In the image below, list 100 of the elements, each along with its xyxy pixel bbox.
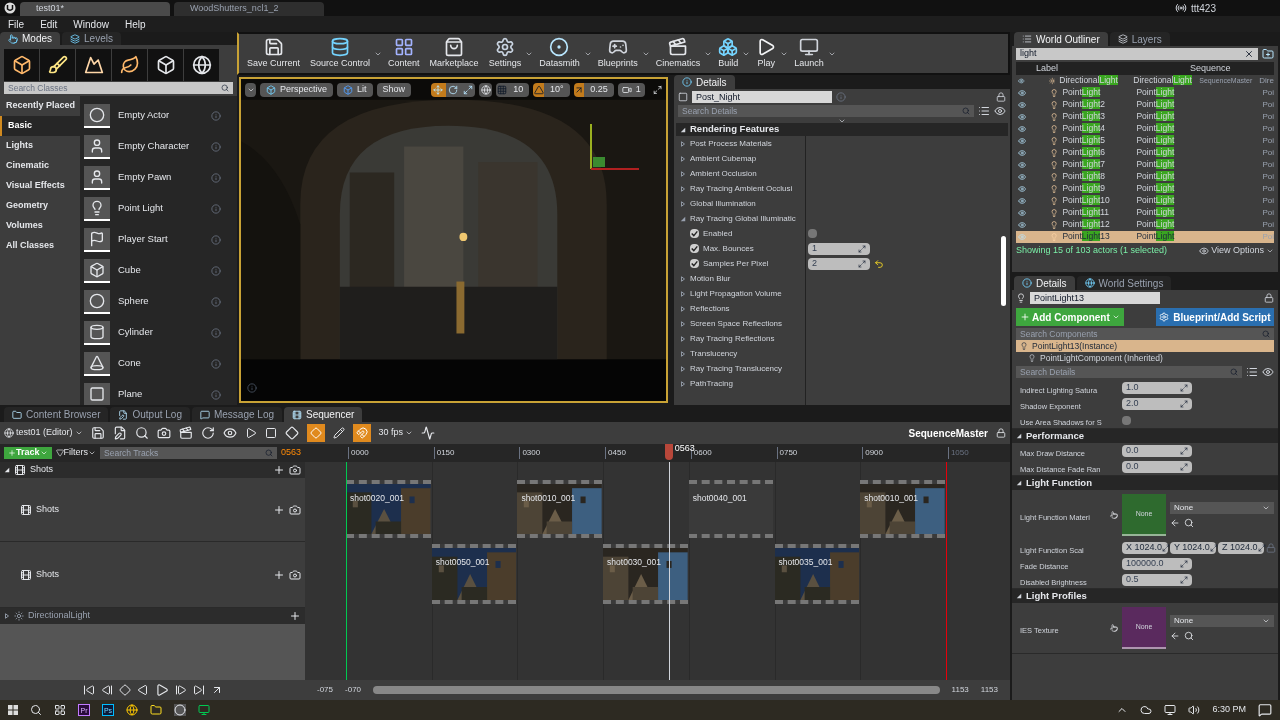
visibility-icon[interactable] <box>1018 76 1025 86</box>
document-tab[interactable]: test01* <box>20 2 170 16</box>
section-header[interactable]: Performance <box>1012 429 1278 443</box>
category-tab[interactable]: Cinematic <box>0 156 80 176</box>
curve-icon[interactable] <box>421 426 436 440</box>
object-name-field[interactable]: PointLight13 <box>1030 292 1160 304</box>
property-group[interactable]: PathTracing <box>674 377 737 390</box>
actor-row[interactable]: PointLight6 PointLight Poi <box>1016 147 1274 159</box>
number-field[interactable]: 0.0 <box>1122 445 1192 457</box>
visibility-icon[interactable] <box>1018 148 1027 158</box>
browse-icon[interactable] <box>1184 631 1194 641</box>
track-row[interactable]: DirectionalLight <box>0 608 305 624</box>
view-options-button[interactable]: View Options <box>1199 244 1274 258</box>
blueprint-button[interactable]: Blueprint/Add Script <box>1155 308 1274 326</box>
number-field[interactable]: 0.5 <box>1122 574 1192 586</box>
actor-row[interactable]: PointLight5 PointLight Poi <box>1016 135 1274 147</box>
mode-button[interactable] <box>148 49 183 81</box>
actor-row[interactable]: PointLight9 PointLight Poi <box>1016 183 1274 195</box>
checkbox[interactable] <box>690 244 699 253</box>
object-name-field[interactable]: Post_Night <box>692 91 832 103</box>
panel-tab[interactable]: World Outliner <box>1014 32 1108 46</box>
asset-dropdown[interactable]: None <box>1170 502 1274 514</box>
section-header[interactable]: Light Profiles <box>1012 589 1278 603</box>
toolbar-button[interactable]: Content <box>384 36 424 71</box>
number-field[interactable]: X 1024.0 <box>1122 542 1168 554</box>
range-end[interactable]: 1153 <box>980 684 998 696</box>
next-frame-icon[interactable] <box>174 684 187 696</box>
camera-icon[interactable] <box>289 503 301 516</box>
property-group[interactable]: Post Process Materials <box>674 137 776 150</box>
actor-row[interactable]: PointLight4 PointLight Poi <box>1016 123 1274 135</box>
toolbar-button[interactable]: Build <box>714 36 743 71</box>
property-group[interactable]: Ray Tracing Translucency <box>674 362 787 375</box>
value-checkbox[interactable] <box>808 229 817 238</box>
number-field[interactable]: 1.0 <box>1122 382 1192 394</box>
pencil-icon[interactable] <box>332 427 345 439</box>
plus-icon[interactable] <box>273 464 285 476</box>
number-field[interactable]: 2.0 <box>1122 398 1192 410</box>
browse-icon[interactable] <box>1184 518 1194 528</box>
toolbar-button[interactable]: Cinematics <box>651 36 705 71</box>
property-group[interactable]: Motion Blur <box>674 272 735 285</box>
property-group[interactable]: Ray Tracing Global Illuminatic <box>674 212 800 225</box>
property-group[interactable]: Light Propagation Volume <box>674 287 786 300</box>
checkbox[interactable] <box>690 229 699 238</box>
folder-icon[interactable] <box>150 704 162 716</box>
lock-icon[interactable] <box>996 92 1006 102</box>
shot-section[interactable]: shot0010_001 <box>860 480 945 538</box>
task-view-icon[interactable] <box>54 704 66 716</box>
mode-button[interactable] <box>76 49 111 81</box>
property-group[interactable]: Ambient Cubemap <box>674 152 761 165</box>
expand-arrow-icon[interactable] <box>1016 433 1022 439</box>
menu-item[interactable]: File <box>8 16 25 32</box>
search-field[interactable]: light <box>1016 48 1258 60</box>
number-field[interactable]: 0.0 <box>1122 461 1192 473</box>
actor-row[interactable]: PointLight10 PointLight Poi <box>1016 195 1274 207</box>
camera-speed-button[interactable]: 1 <box>617 83 645 97</box>
class-item[interactable]: Sphere <box>80 286 237 317</box>
snap-toggle[interactable] <box>496 83 508 97</box>
viewport-menu-button[interactable] <box>245 83 257 97</box>
broadcast-icon[interactable] <box>1174 2 1187 14</box>
number-field[interactable]: Z 1024.0 <box>1218 542 1264 554</box>
menu-item[interactable]: Window <box>73 16 109 32</box>
panel-tab[interactable]: Modes <box>0 32 60 45</box>
menu-item[interactable]: Edit <box>40 16 58 32</box>
section-header[interactable]: Light Function <box>1012 476 1278 490</box>
camera-icon[interactable] <box>289 464 301 476</box>
cloud-icon[interactable] <box>1140 704 1153 716</box>
use-selected-icon[interactable] <box>1170 631 1180 641</box>
toolbar-button[interactable]: Save Current <box>243 36 305 71</box>
search-field[interactable]: Search Details <box>678 105 974 117</box>
column-header[interactable]: Label <box>1016 61 1186 76</box>
shot-section[interactable]: shot0010_001 <box>517 480 603 538</box>
view-mode-button[interactable]: Perspective <box>260 83 334 97</box>
snap-toggle[interactable] <box>533 83 545 97</box>
property-group[interactable]: Ambient Occlusion <box>674 167 761 180</box>
panel-tab[interactable]: Content Browser <box>4 407 109 422</box>
visibility-icon[interactable] <box>1018 220 1027 230</box>
visibility-icon[interactable] <box>1018 100 1027 110</box>
snap-toggle[interactable] <box>352 424 371 442</box>
column-header[interactable]: Sequence <box>1186 61 1231 76</box>
filters-button[interactable]: Filters <box>55 446 97 460</box>
expand-arrow-icon[interactable] <box>1016 480 1022 486</box>
actor-row[interactable]: PointLight11 PointLight Poi <box>1016 207 1274 219</box>
toolbar-button[interactable]: Settings <box>484 36 526 71</box>
document-tab[interactable]: WoodShutters_ncl1_2 <box>174 2 324 16</box>
previous-frame-icon[interactable] <box>100 684 113 696</box>
fps-dropdown[interactable]: 30 fps <box>378 426 414 440</box>
search-field[interactable]: Search Classes <box>4 82 233 94</box>
search-field[interactable]: Search Tracks <box>100 447 277 459</box>
lock-icon[interactable] <box>996 428 1006 438</box>
visibility-icon[interactable] <box>1018 124 1027 134</box>
actor-row[interactable]: PointLight8 PointLight Poi <box>1016 171 1274 183</box>
edit-icon[interactable] <box>112 426 127 440</box>
panel-tab[interactable]: Levels <box>62 32 121 45</box>
refresh-icon[interactable] <box>200 426 215 440</box>
mode-button[interactable] <box>4 49 39 81</box>
key-icon[interactable] <box>284 426 299 440</box>
toolbar-button[interactable]: Source Control <box>306 36 375 71</box>
property-group[interactable]: Translucency <box>674 347 742 360</box>
view-end[interactable]: 1153 <box>951 684 969 696</box>
shot-section[interactable]: shot0030_001 <box>603 544 688 604</box>
